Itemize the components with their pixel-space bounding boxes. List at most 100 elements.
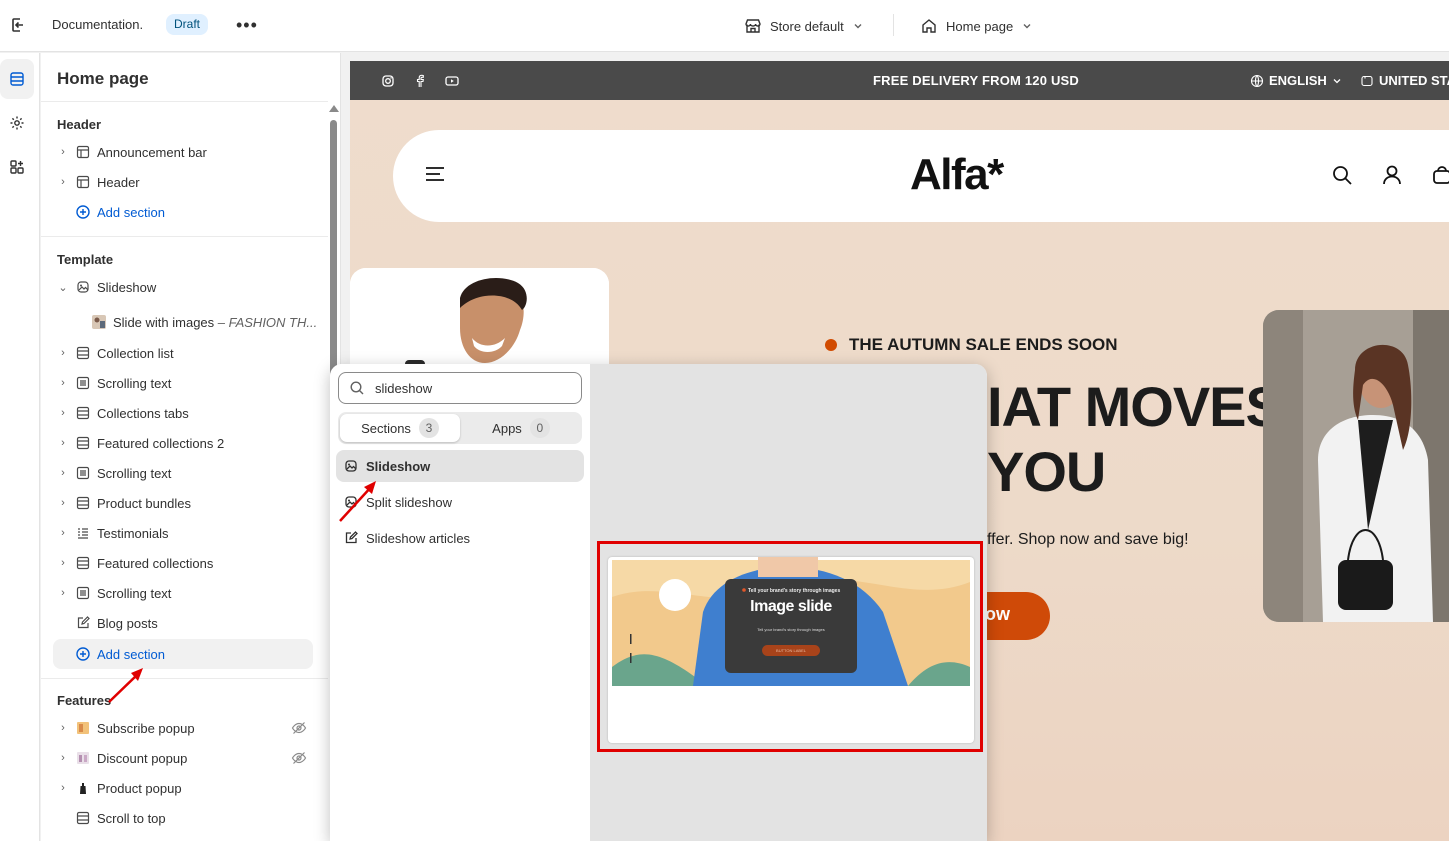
home-icon [922, 19, 936, 33]
chevron-down-icon [1023, 24, 1031, 29]
apps-icon[interactable] [0, 147, 34, 187]
section-item-label: Blog posts [97, 615, 158, 631]
count-badge: 0 [529, 418, 550, 438]
more-actions-icon[interactable]: ••• [236, 13, 257, 37]
section-item-scroll-to-top[interactable]: Scroll to top [53, 803, 313, 833]
status-badge: Draft [166, 14, 209, 35]
section-item-label: Collection list [97, 345, 174, 361]
result-label: Slideshow articles [366, 530, 471, 546]
section-item-label: Subscribe popup [97, 720, 195, 736]
add-section-label: Add section [97, 646, 165, 662]
section-item-product-bundles[interactable]: › Product bundles [53, 488, 313, 518]
tab-sections[interactable]: Sections 3 [340, 414, 460, 442]
popover-results-panel: Sections 3 Apps 0 Slideshow Split slides… [330, 364, 590, 841]
section-item-header[interactable]: › Header [53, 167, 313, 197]
hero-subtext: ffer. Shop now and save big! [987, 531, 1189, 548]
tab-apps[interactable]: Apps 0 [462, 414, 580, 442]
chevron-down-icon[interactable]: ⌄ [53, 281, 73, 294]
cart-icon[interactable] [1431, 164, 1449, 189]
menu-icon[interactable] [425, 166, 445, 185]
search-input[interactable] [375, 380, 565, 396]
section-item-announcement-bar[interactable]: › Announcement bar [53, 137, 313, 167]
section-item-label: Scroll to top [97, 810, 166, 826]
icon-rail [0, 53, 40, 841]
section-preview-card[interactable]: Tell your brand's story through images I… [608, 557, 974, 743]
section-item-subscribe-popup[interactable]: › Subscribe popup [53, 713, 313, 743]
chevron-right-icon[interactable]: › [53, 437, 73, 449]
sale-text: THE AUTUMN SALE ENDS SOON [849, 335, 1118, 354]
section-item-blog-posts[interactable]: Blog posts [53, 608, 313, 638]
section-item-label: Collections tabs [97, 405, 189, 421]
store-selector[interactable]: Store default [744, 12, 864, 40]
instagram-icon[interactable] [380, 73, 396, 89]
result-label: Slideshow [366, 458, 431, 474]
section-item-label: Scrolling text [97, 585, 172, 601]
scroll-up-arrow[interactable] [329, 105, 339, 112]
testimonials-icon [73, 523, 93, 543]
search-field[interactable] [338, 372, 582, 404]
settings-gear-icon[interactable] [0, 103, 34, 143]
section-item-scrolling-text[interactable]: › Scrolling text [53, 458, 313, 488]
divider [893, 14, 894, 36]
eye-hidden-icon[interactable] [291, 720, 307, 739]
add-section-button-header[interactable]: Add section [53, 197, 313, 227]
plus-circle-icon [73, 202, 93, 222]
language-label: ENGLISH [1269, 73, 1327, 88]
chevron-right-icon[interactable]: › [53, 407, 73, 419]
results-tabs: Sections 3 Apps 0 [338, 412, 582, 444]
chevron-right-icon[interactable]: › [53, 497, 73, 509]
highlight-frame: Tell your brand's story through images I… [597, 541, 983, 752]
add-section-button-template[interactable]: Add section [53, 639, 313, 669]
section-item-scrolling-text[interactable]: › Scrolling text [53, 368, 313, 398]
chevron-right-icon[interactable]: › [53, 146, 73, 158]
sections-icon[interactable] [0, 59, 34, 99]
section-item-product-popup[interactable]: › Product popup [53, 773, 313, 803]
exit-icon[interactable] [6, 13, 30, 37]
result-item-slideshow-articles[interactable]: Slideshow articles [336, 522, 584, 554]
section-layout-icon [73, 808, 93, 828]
chevron-right-icon[interactable]: › [53, 722, 73, 734]
section-item-discount-popup[interactable]: › Discount popup [53, 743, 313, 773]
country-selector[interactable]: UNITED STA [1360, 73, 1449, 88]
slideshow-icon [345, 460, 357, 472]
section-item-collections-tabs[interactable]: › Collections tabs [53, 398, 313, 428]
section-item-featured-collections[interactable]: › Featured collections [53, 548, 313, 578]
section-item-slideshow[interactable]: ⌄ Slideshow [53, 272, 313, 302]
page-selector[interactable]: Home page [920, 12, 1033, 40]
hero-headline-line-2: YOU [987, 440, 1106, 503]
section-layout-icon [73, 343, 93, 363]
page-title: Home page [57, 69, 149, 88]
tab-label: Sections [361, 420, 411, 436]
facebook-icon[interactable] [412, 73, 428, 89]
youtube-icon[interactable] [444, 73, 460, 89]
chevron-right-icon[interactable]: › [53, 752, 73, 764]
store-logo[interactable]: Alfa* [910, 150, 1004, 200]
chevron-right-icon[interactable]: › [53, 527, 73, 539]
chevron-right-icon[interactable]: › [53, 347, 73, 359]
section-layout-icon [73, 583, 93, 603]
section-item-label: Product popup [97, 780, 182, 796]
blog-edit-icon [73, 613, 93, 633]
chevron-right-icon[interactable]: › [53, 467, 73, 479]
eye-hidden-icon[interactable] [291, 750, 307, 769]
section-layout-icon [73, 493, 93, 513]
section-item-featured-collections-2[interactable]: › Featured collections 2 [53, 428, 313, 458]
section-layout-icon [73, 142, 93, 162]
store-icon [745, 19, 761, 33]
language-selector[interactable]: ENGLISH [1250, 73, 1342, 88]
section-item-testimonials[interactable]: › Testimonials [53, 518, 313, 548]
section-item-collection-list[interactable]: › Collection list [53, 338, 313, 368]
chevron-right-icon[interactable]: › [53, 377, 73, 389]
section-layout-icon [73, 172, 93, 192]
chevron-right-icon[interactable]: › [53, 782, 73, 794]
count-badge: 3 [418, 418, 439, 438]
block-item-slide-with-images[interactable]: Slide with images – FASHION TH... [89, 307, 329, 337]
page-selector-label: Home page [946, 18, 1014, 34]
chevron-right-icon[interactable]: › [53, 176, 73, 188]
hero-image-woman [1263, 310, 1449, 622]
chevron-right-icon[interactable]: › [53, 587, 73, 599]
section-item-scrolling-text[interactable]: › Scrolling text [53, 578, 313, 608]
account-icon[interactable] [1381, 164, 1403, 189]
chevron-right-icon[interactable]: › [53, 557, 73, 569]
search-icon[interactable] [1331, 164, 1353, 189]
